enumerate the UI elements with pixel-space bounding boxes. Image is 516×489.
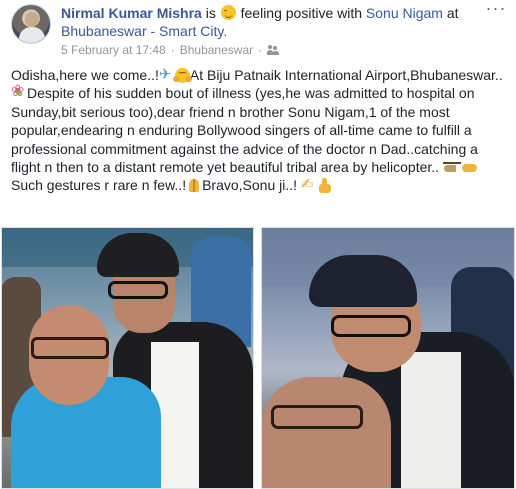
author-name-link[interactable]: Nirmal Kumar Mishra bbox=[61, 5, 202, 21]
photo-right[interactable] bbox=[261, 227, 515, 489]
post-location[interactable]: Bhubaneswar bbox=[180, 42, 253, 58]
helicopter-icon bbox=[442, 160, 461, 175]
post-text-1a: Odisha,here we come..! bbox=[11, 67, 159, 83]
relieved-face-icon bbox=[220, 5, 236, 20]
post-paragraph-2: Such gestures r rare n few..! Bravo,Sonu … bbox=[11, 176, 511, 195]
feed-post: Nirmal Kumar Mishra is feeling positive … bbox=[0, 0, 516, 489]
black-cap bbox=[309, 255, 417, 307]
photo-left[interactable] bbox=[1, 227, 254, 489]
flower-bouquet-icon bbox=[11, 83, 27, 101]
more-options-button[interactable]: ··· bbox=[484, 0, 508, 18]
meta-separator-2: · bbox=[258, 43, 263, 57]
post-text-2b: Bravo,Sonu ji..! bbox=[202, 177, 298, 194]
post-header: Nirmal Kumar Mishra is feeling positive … bbox=[61, 4, 481, 40]
hugging-face-icon bbox=[172, 68, 190, 83]
post-text-2a: Such gestures r rare n few..! bbox=[11, 177, 187, 194]
face bbox=[261, 377, 391, 489]
tagged-person-link[interactable]: Sonu Nigam bbox=[366, 5, 443, 21]
post-meta: 5 February at 17:48 · Bhubaneswar · bbox=[61, 42, 280, 58]
airplane-icon bbox=[159, 66, 175, 84]
folded-hands-icon bbox=[186, 178, 202, 193]
feeling-prefix: is bbox=[205, 5, 216, 21]
white-tshirt bbox=[401, 352, 461, 489]
handshake-icon bbox=[461, 160, 478, 175]
post-text-1c: Despite of his sudden bout of illness (y… bbox=[11, 85, 478, 176]
post-body: Odisha,here we come..! At Biju Patnaik In… bbox=[11, 66, 511, 195]
sunglasses bbox=[331, 315, 411, 337]
glasses bbox=[31, 337, 109, 359]
feeling-text: feeling positive with bbox=[240, 5, 363, 21]
thumbs-up-icon bbox=[317, 178, 333, 194]
post-text-1b: At Biju Patnaik International Airport,Bh… bbox=[189, 67, 503, 83]
glasses bbox=[271, 405, 363, 429]
at-word: at bbox=[446, 5, 459, 21]
author-avatar[interactable] bbox=[11, 4, 51, 44]
friends-icon[interactable] bbox=[267, 45, 280, 55]
post-timestamp[interactable]: 5 February at 17:48 bbox=[61, 42, 166, 58]
sunglasses bbox=[108, 281, 168, 299]
writing-hand-icon bbox=[301, 176, 317, 194]
place-link[interactable]: Bhubaneswar - Smart City. bbox=[61, 23, 227, 39]
meta-separator: · bbox=[170, 43, 175, 57]
post-paragraph-1: Odisha,here we come..! At Biju Patnaik In… bbox=[11, 66, 511, 176]
